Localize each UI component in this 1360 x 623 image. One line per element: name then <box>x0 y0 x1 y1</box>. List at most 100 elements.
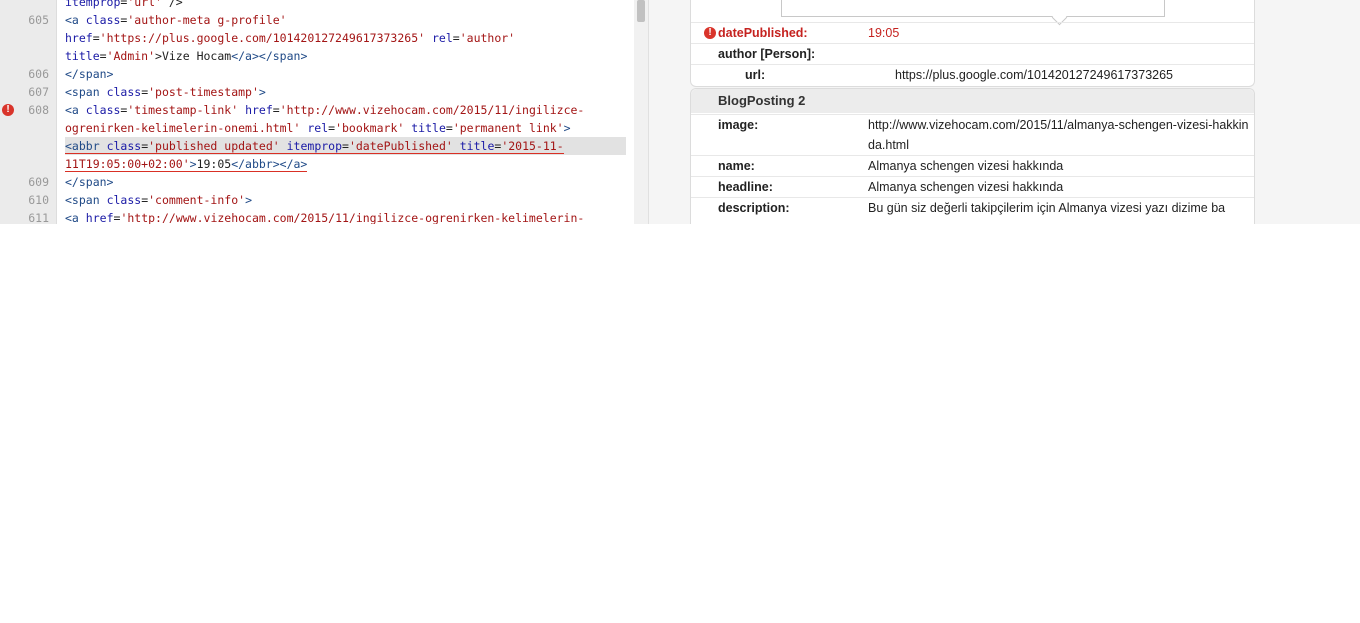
section-title: BlogPosting 2 <box>718 93 806 108</box>
property-row-image: image: http://www.vizehocam.com/2015/11/… <box>691 114 1254 156</box>
property-row-description: description: Bu gün siz değerli takipçil… <box>691 197 1254 215</box>
code-line: <abbr class = 'published updated' itemprop… <box>0 137 636 155</box>
code-token: class <box>106 85 142 99</box>
code-line: 610 <span class='comment-info'> <box>0 191 636 209</box>
code-token: = <box>342 139 349 154</box>
code-text: <a class='author-meta g-profile' <box>65 11 287 29</box>
code-token: 'url' <box>127 0 162 9</box>
code-token: <a <box>65 103 79 117</box>
property-row-datepublished[interactable]: ! datePublished: 19:05 <box>691 22 1254 40</box>
property-label: datePublished: <box>718 26 808 40</box>
code-text: itemprop='url' /> <box>65 0 183 11</box>
property-value: Almanya schengen vizesi hakkında <box>868 180 1064 194</box>
code-token: title <box>411 121 446 135</box>
code-token: class <box>85 13 121 27</box>
code-token: class <box>106 193 142 207</box>
line-number: 606 <box>28 67 49 81</box>
property-label: url: <box>745 68 766 82</box>
code-token: <a <box>65 13 79 27</box>
code-text: ogrenirken-kelimelerin-onemi.html' rel='… <box>65 119 571 137</box>
code-line: 608! <a class='timestamp-link' href='http… <box>0 101 636 119</box>
code-token: = <box>272 103 280 117</box>
code-token: '2015-11- <box>501 139 564 154</box>
code-token: = <box>452 31 460 45</box>
code-token: = <box>99 49 107 63</box>
code-line: href = 'https://plus.google.com/1014201272… <box>0 29 636 47</box>
code-token: >Vize Hocam <box>155 49 232 63</box>
code-line: ogrenirken-kelimelerin-onemi.html' rel='… <box>0 119 636 137</box>
code-token: title <box>65 49 100 63</box>
code-token: rel <box>432 31 453 45</box>
code-token: 'published updated' <box>148 139 280 154</box>
code-token: </abbr> <box>231 157 280 172</box>
code-text: <a class='timestamp-link' href='http://w… <box>65 101 584 119</box>
source-code-panel[interactable]: itemprop='url' /> 605 <a class='author-met… <box>0 0 649 224</box>
property-label: image: <box>718 118 759 132</box>
code-token: 'author-meta g-profile' <box>127 13 287 27</box>
code-text: title='Admin'>Vize Hocam</a></span> <box>65 47 307 65</box>
code-token: ogrenirken-kelimelerin-onemi.html' <box>65 121 301 135</box>
property-label: author [Person]: <box>718 47 816 61</box>
code-line: 611 <a href='http://www.vizehocam.com/201… <box>0 209 636 224</box>
code-text: <a href='http://www.vizehocam.com/2015/1… <box>65 209 584 224</box>
line-number: 611 <box>28 211 49 224</box>
line-number: 607 <box>28 85 49 99</box>
property-row-name: name: Almanya schengen vizesi hakkında <box>691 155 1254 173</box>
code-text: </span> <box>65 173 113 191</box>
code-token: </span> <box>65 67 114 81</box>
code-token: 'http://www.vizehocam.com/2015/11/ingili… <box>120 211 585 224</box>
code-token: </span> <box>65 175 114 189</box>
code-scrollbar-track[interactable] <box>634 0 648 224</box>
line-number: 605 <box>28 13 49 27</box>
code-token <box>452 139 460 154</box>
code-line: 606 </span> <box>0 65 636 83</box>
code-token: <a <box>65 211 79 224</box>
code-token <box>279 139 287 154</box>
code-text: 11T19:05:00+02:00'>19:05</abbr></a> <box>65 155 308 173</box>
code-token: 'https://plus.google.com/101420127249617… <box>99 31 426 45</box>
code-token: 'Admin' <box>106 49 156 63</box>
code-text: </span> <box>65 65 113 83</box>
property-row-headline: headline: Almanya schengen vizesi hakkın… <box>691 176 1254 194</box>
code-token: title <box>459 139 495 154</box>
property-value: http://www.vizehocam.com/2015/11/almanya… <box>868 118 1249 152</box>
error-icon: ! <box>704 27 716 39</box>
code-lines: itemprop='url' /> 605 <a class='author-met… <box>0 0 636 224</box>
property-label: name: <box>718 159 755 173</box>
code-token: > <box>245 193 252 207</box>
code-token <box>99 139 107 154</box>
property-value: Bu gün siz değerli takipçilerim için Alm… <box>868 201 1226 215</box>
property-value: Almanya schengen vizesi hakkında <box>868 159 1064 173</box>
code-line: 605 <a class='author-meta g-profile' <box>0 11 636 29</box>
code-text: <abbr class = 'published updated' itemprop… <box>65 137 626 155</box>
error-icon[interactable]: ! <box>2 104 14 116</box>
code-token: <span <box>65 193 100 207</box>
code-token: 'permanent link' <box>452 121 564 135</box>
code-token: 'post-timestamp' <box>148 85 259 99</box>
blogposting-2-card: BlogPosting 2 image: http://www.vizehoca… <box>690 88 1255 224</box>
code-token: 'author' <box>459 31 516 45</box>
code-token: href <box>65 31 93 45</box>
code-token: rel <box>307 121 329 135</box>
code-token: </a></span> <box>231 49 308 63</box>
code-token: 'http://www.vizehocam.com/2015/11/ingili… <box>279 103 585 117</box>
code-token: 'datePublished' <box>348 139 453 154</box>
code-token: 11T19:05:00+02:00' <box>65 157 190 172</box>
code-token: <abbr <box>65 139 100 154</box>
code-scrollbar-thumb[interactable] <box>637 0 645 22</box>
section-header[interactable]: BlogPosting 2 <box>691 89 1254 113</box>
code-line: title='Admin'>Vize Hocam</a></span> <box>0 47 636 65</box>
property-value: https://plus.google.com/1014201272496173… <box>895 68 1174 82</box>
code-token: 19:05 <box>196 157 232 172</box>
code-token: 'timestamp-link' <box>127 103 239 117</box>
code-line: itemprop='url' /> <box>0 0 636 11</box>
line-number: 609 <box>28 175 49 189</box>
property-row-author: author [Person]: <box>691 43 1254 61</box>
property-label: headline: <box>718 180 773 194</box>
code-text: href = 'https://plus.google.com/1014201272… <box>65 29 515 47</box>
